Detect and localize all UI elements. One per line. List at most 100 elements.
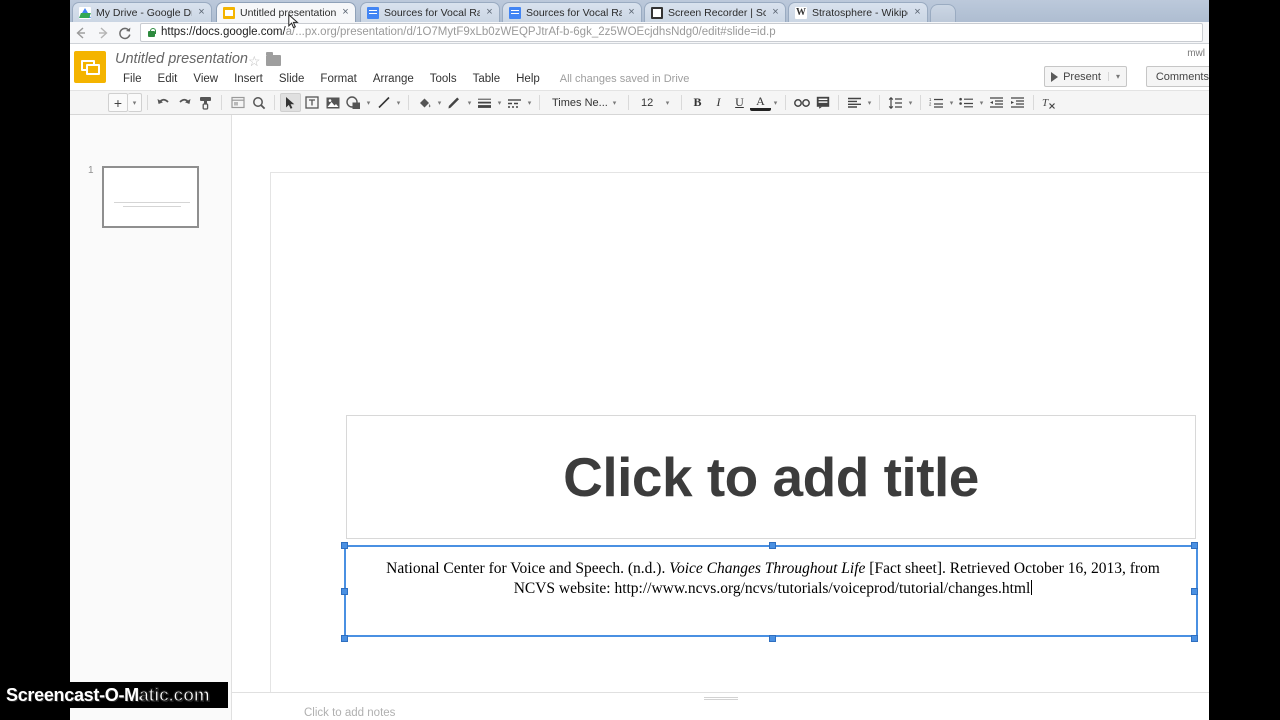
title-placeholder-box[interactable]: Click to add title: [346, 415, 1196, 539]
docs-icon: [509, 6, 521, 19]
body-text-part3: NCVS website: http://www.ncvs.org/ncvs/t…: [513, 579, 1031, 597]
fill-color-icon[interactable]: [414, 93, 435, 112]
pen-color-dropdown[interactable]: ▾: [465, 99, 474, 107]
clear-formatting-icon[interactable]: T: [1039, 93, 1060, 112]
body-textbox-selected[interactable]: National Center for Voice and Speech. (n…: [341, 542, 1198, 642]
font-family-select[interactable]: Times Ne... ▾: [545, 93, 623, 112]
tab-close-icon[interactable]: ×: [196, 7, 207, 18]
slide-thumbnail-1[interactable]: [102, 166, 199, 228]
fit-to-screen-icon[interactable]: [227, 93, 248, 112]
menu-slide[interactable]: Slide: [271, 70, 313, 88]
forward-arrow-icon[interactable]: [92, 22, 114, 44]
notes-placeholder[interactable]: Click to add notes: [304, 707, 395, 719]
text-box-icon[interactable]: [301, 93, 322, 112]
screencast-icon: [651, 6, 663, 19]
drive-icon: [79, 6, 91, 19]
menu-tools[interactable]: Tools: [422, 70, 465, 88]
body-text[interactable]: National Center for Voice and Speech. (n…: [370, 559, 1176, 598]
tab-close-icon[interactable]: ×: [340, 7, 351, 18]
redo-icon[interactable]: [174, 93, 195, 112]
new-slide-dropdown[interactable]: ▾: [128, 93, 142, 112]
text-color-dropdown[interactable]: ▾: [771, 99, 780, 107]
browser-tab-my-drive[interactable]: My Drive - Google Drive ×: [72, 2, 212, 22]
menu-format[interactable]: Format: [312, 70, 364, 88]
mouse-cursor: [288, 13, 299, 30]
align-icon[interactable]: [844, 93, 865, 112]
resize-handle-bottom-right: [1191, 635, 1198, 642]
decrease-indent-icon[interactable]: [986, 93, 1007, 112]
back-arrow-icon[interactable]: [70, 22, 92, 44]
slide-canvas[interactable]: Click to add title National Center for V…: [270, 172, 1209, 720]
google-slides-icon[interactable]: [74, 51, 106, 83]
reload-icon[interactable]: [114, 22, 136, 44]
line-dropdown[interactable]: ▾: [394, 99, 403, 107]
new-tab-button[interactable]: [930, 4, 956, 22]
account-label: mwl: [1187, 48, 1205, 59]
browser-tab-sources-vocal-range-2[interactable]: Sources for Vocal Range ×: [502, 2, 642, 22]
menu-edit[interactable]: Edit: [150, 70, 186, 88]
browser-tab-screen-recorder[interactable]: Screen Recorder | Screenc ×: [644, 2, 786, 22]
font-size-select[interactable]: 12 ▾: [634, 93, 676, 112]
address-bar[interactable]: https://docs.google.com/a/...px.org/pres…: [140, 23, 1203, 42]
tab-close-icon[interactable]: ×: [912, 7, 923, 18]
text-caret: [1031, 579, 1033, 595]
shape-icon[interactable]: [343, 93, 364, 112]
align-dropdown[interactable]: ▾: [865, 99, 874, 107]
menu-file[interactable]: File: [115, 70, 150, 88]
bold-button[interactable]: B: [687, 93, 708, 112]
paint-format-icon[interactable]: [195, 93, 216, 112]
underline-button[interactable]: U: [729, 93, 750, 112]
browser-tab-stratosphere-wikipedia[interactable]: W Stratosphere - Wikipedia ×: [788, 2, 928, 22]
menu-view[interactable]: View: [185, 70, 226, 88]
fill-color-dropdown[interactable]: ▾: [435, 99, 444, 107]
insert-comment-icon[interactable]: [812, 93, 833, 112]
notes-resize-grip[interactable]: [703, 697, 738, 700]
resize-handle-middle-right: [1191, 588, 1198, 595]
browser-tab-untitled-presentation[interactable]: Untitled presentation - Go ×: [216, 2, 356, 22]
line-dash-icon[interactable]: [504, 93, 525, 112]
menu-arrange[interactable]: Arrange: [365, 70, 422, 88]
comments-button[interactable]: Comments: [1145, 66, 1209, 87]
insert-link-icon[interactable]: [791, 93, 812, 112]
numbered-list-icon[interactable]: 12: [926, 93, 947, 112]
resize-handle-top-right: [1191, 542, 1198, 549]
menu-table[interactable]: Table: [465, 70, 509, 88]
bulleted-list-dropdown[interactable]: ▾: [977, 99, 986, 107]
numbered-list-dropdown[interactable]: ▾: [947, 99, 956, 107]
undo-icon[interactable]: [153, 93, 174, 112]
tab-close-icon[interactable]: ×: [626, 7, 637, 18]
line-spacing-icon[interactable]: [885, 93, 906, 112]
increase-indent-icon[interactable]: [1007, 93, 1028, 112]
text-color-button[interactable]: A: [750, 94, 771, 111]
line-weight-icon[interactable]: [474, 93, 495, 112]
select-arrow-icon[interactable]: [280, 93, 301, 112]
tab-close-icon[interactable]: ×: [484, 7, 495, 18]
speaker-notes-pane[interactable]: Click to add notes: [232, 692, 1209, 720]
menu-insert[interactable]: Insert: [226, 70, 271, 88]
insert-image-icon[interactable]: [322, 93, 343, 112]
bulleted-list-icon[interactable]: [956, 93, 977, 112]
line-dash-dropdown[interactable]: ▾: [525, 99, 534, 107]
slide-filmstrip[interactable]: 1: [70, 115, 232, 720]
chevron-down-icon[interactable]: ▾: [1107, 72, 1120, 81]
tab-close-icon[interactable]: ×: [770, 7, 781, 18]
browser-tab-sources-vocal-range-1[interactable]: Sources for Vocal Range ×: [360, 2, 500, 22]
slide-canvas-area[interactable]: Click to add title National Center for V…: [232, 115, 1209, 720]
menu-help[interactable]: Help: [508, 70, 548, 88]
watermark-text: Screencast-O-Matic.com: [6, 684, 210, 705]
new-slide-button[interactable]: +: [108, 93, 128, 112]
line-icon[interactable]: [373, 93, 394, 112]
resize-handle-middle-left: [341, 588, 348, 595]
star-icon[interactable]: ☆: [248, 53, 261, 70]
line-weight-dropdown[interactable]: ▾: [495, 99, 504, 107]
present-button[interactable]: Present ▾: [1044, 66, 1127, 87]
pen-color-icon[interactable]: [444, 93, 465, 112]
italic-button[interactable]: I: [708, 93, 729, 112]
folder-icon[interactable]: [266, 52, 281, 66]
tab-title: Screen Recorder | Screenc: [668, 6, 766, 19]
slide-number: 1: [88, 165, 94, 176]
document-title[interactable]: Untitled presentation: [115, 51, 248, 67]
zoom-icon[interactable]: [248, 93, 269, 112]
shape-dropdown[interactable]: ▾: [364, 99, 373, 107]
line-spacing-dropdown[interactable]: ▾: [906, 99, 915, 107]
